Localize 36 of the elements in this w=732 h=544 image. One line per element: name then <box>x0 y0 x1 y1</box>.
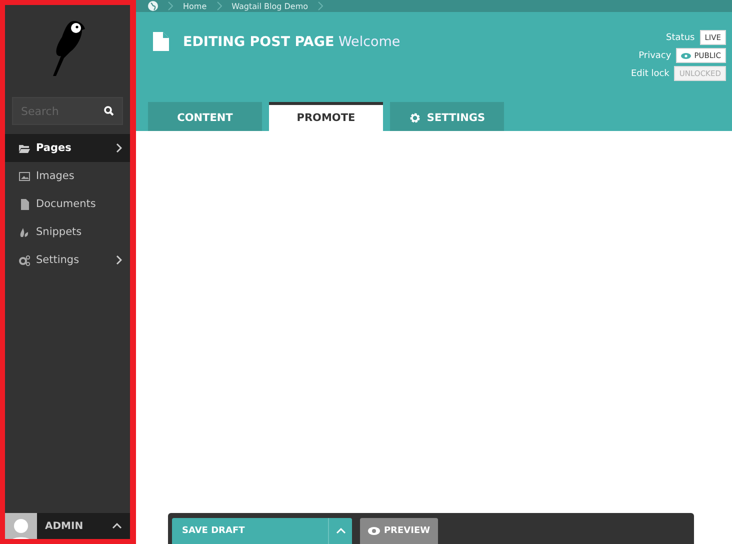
chevron-right-icon <box>116 255 122 265</box>
user-name: ADMIN <box>45 520 84 532</box>
chevron-right-icon <box>168 1 173 11</box>
preview-button[interactable]: PREVIEW <box>360 518 438 544</box>
search-icon <box>104 106 114 116</box>
eye-icon <box>681 52 692 58</box>
menu-item[interactable]: Documents <box>5 190 130 218</box>
chevron-right-icon <box>216 1 222 11</box>
chevron-right-icon <box>318 1 324 11</box>
gear-icon <box>408 112 421 124</box>
menu-item[interactable]: Images <box>5 162 130 190</box>
meta-label: Privacy <box>638 50 672 60</box>
menu-label: Settings <box>36 254 80 266</box>
folder-icon <box>19 142 30 154</box>
meta-label: Status <box>666 32 695 42</box>
chevron-up-icon <box>336 528 346 534</box>
menu-label: Documents <box>36 198 97 210</box>
page-title: EDITING POST PAGE Welcome <box>183 34 400 50</box>
meta-label: Edit lock <box>630 68 670 78</box>
eye-icon <box>368 527 380 535</box>
menu-item[interactable]: Snippets <box>5 218 130 246</box>
avatar-icon <box>5 513 37 539</box>
menu-label: Images <box>36 170 76 182</box>
menu-label: Pages <box>36 142 72 154</box>
snippet-icon <box>19 226 30 238</box>
user-bar[interactable]: ADMIN <box>5 513 130 539</box>
document-icon <box>153 32 169 51</box>
gears-icon <box>19 254 30 266</box>
tab[interactable]: PROMOTE <box>269 102 383 131</box>
chevron-right-icon <box>116 143 122 153</box>
menu-label: Snippets <box>36 226 83 238</box>
chevron-up-icon <box>112 523 122 529</box>
image-icon <box>19 170 30 182</box>
menu-item[interactable]: Pages <box>5 134 130 162</box>
menu-item[interactable]: Settings <box>5 246 130 274</box>
document-icon <box>19 198 30 210</box>
